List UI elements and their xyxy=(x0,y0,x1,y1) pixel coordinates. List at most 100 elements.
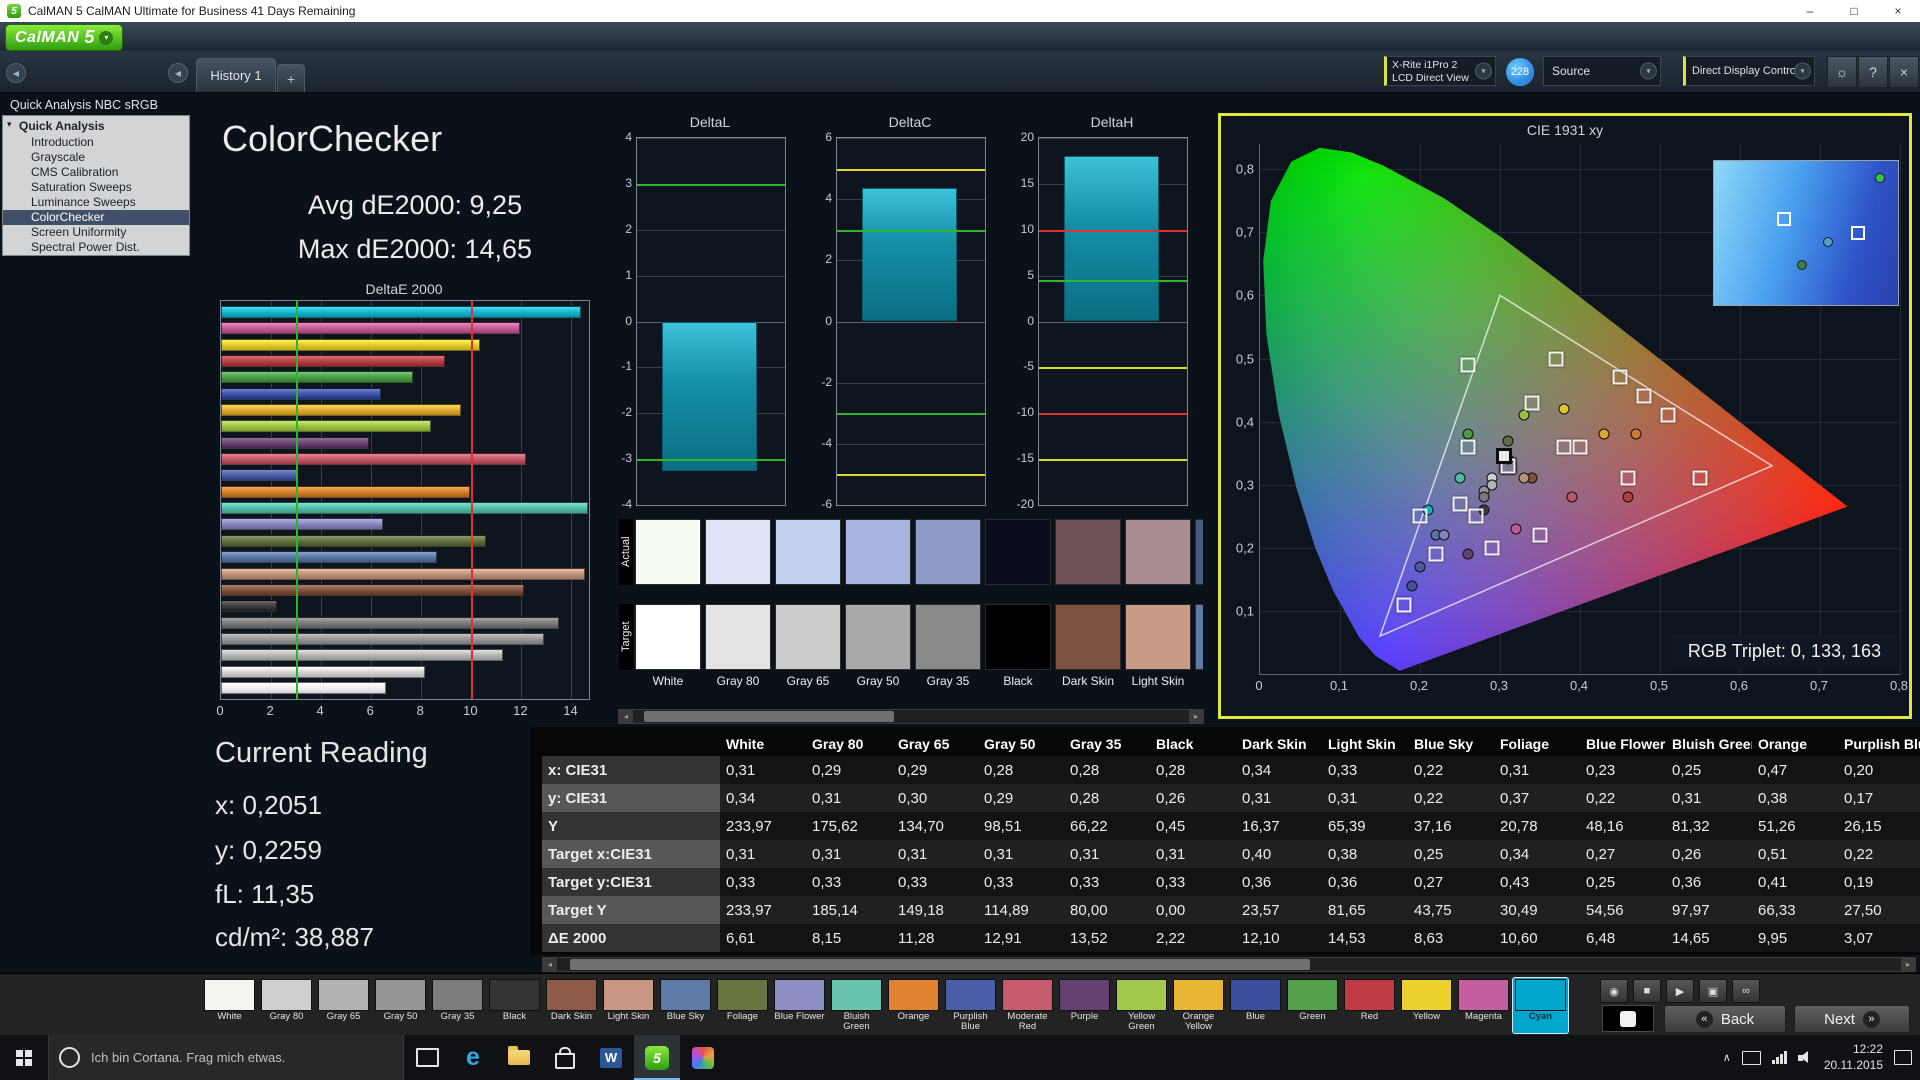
patch-button-moderate-red[interactable]: Moderate Red xyxy=(1000,978,1055,1033)
windows-logo-icon xyxy=(16,1049,32,1066)
back-button[interactable]: « Back xyxy=(1664,1005,1786,1033)
cortana-search[interactable] xyxy=(48,1035,404,1080)
sidebar-collapse-icon[interactable]: ◀ xyxy=(168,63,188,83)
network-icon[interactable] xyxy=(1771,1051,1787,1064)
taskbar-clock[interactable]: 12:22 20.11.2015 xyxy=(1824,1042,1883,1073)
settings-gear-icon[interactable]: ☼ xyxy=(1827,56,1857,88)
transport-record-button[interactable]: ◉ xyxy=(1600,979,1628,1003)
patch-button-yellow[interactable]: Yellow xyxy=(1399,978,1454,1033)
swatch-scrollbar[interactable]: ◂ ▸ xyxy=(618,709,1204,724)
transport-pattern-button[interactable]: ▣ xyxy=(1699,979,1727,1003)
help-icon[interactable]: ? xyxy=(1858,56,1888,88)
patch-chip-foliage xyxy=(717,979,768,1011)
transport-stop-button[interactable]: ■ xyxy=(1633,979,1661,1003)
cie-ytick: 0,5 xyxy=(1235,351,1254,367)
source-dropdown[interactable]: Source ▾ xyxy=(1543,56,1661,86)
meter-dropdown[interactable]: X-Rite i1Pro 2 LCD Direct View ▾ xyxy=(1384,56,1496,86)
taskbar-color-app[interactable] xyxy=(680,1035,726,1080)
patch-button-gray-65[interactable]: Gray 65 xyxy=(316,978,371,1033)
meter-dropdown-icon[interactable]: ▾ xyxy=(1475,62,1492,80)
calman-logo[interactable]: CalMAN 5 ▾ xyxy=(5,24,124,51)
display-control-dropdown-icon[interactable]: ▾ xyxy=(1794,62,1811,80)
reading-count-badge[interactable]: 228 xyxy=(1506,58,1534,86)
display-control-dropdown[interactable]: Direct Display Control ▾ xyxy=(1683,56,1815,86)
tray-chevron-icon[interactable]: ∧ xyxy=(1723,1051,1731,1064)
add-tab-button[interactable]: + xyxy=(277,64,305,92)
tab-history-1[interactable]: History 1 xyxy=(196,58,276,92)
table-cell: 0,28 xyxy=(984,761,1014,779)
scroll-left-icon[interactable]: ◂ xyxy=(543,958,557,971)
taskbar-explorer[interactable] xyxy=(496,1035,542,1080)
maximize-button[interactable]: □ xyxy=(1832,0,1876,22)
taskbar-calman[interactable]: 5 xyxy=(634,1035,680,1080)
patch-button-magenta[interactable]: Magenta xyxy=(1456,978,1511,1033)
sidebar-item-screen-uniformity[interactable]: Screen Uniformity xyxy=(3,225,189,240)
next-button[interactable]: Next » xyxy=(1794,1005,1910,1033)
logo-dropdown-icon[interactable]: ▾ xyxy=(99,30,114,45)
patch-button-purplish-blue[interactable]: Purplish Blue xyxy=(943,978,998,1033)
patch-button-gray-50[interactable]: Gray 50 xyxy=(373,978,428,1033)
deltae-bar-blue-flower xyxy=(221,518,384,531)
patch-button-white[interactable]: White xyxy=(202,978,257,1033)
patch-button-purple[interactable]: Purple xyxy=(1057,978,1112,1033)
table-cell: 134,70 xyxy=(898,817,944,835)
sidebar-item-saturation-sweeps[interactable]: Saturation Sweeps xyxy=(3,180,189,195)
patch-button-light-skin[interactable]: Light Skin xyxy=(601,978,656,1033)
scroll-right-icon[interactable]: ▸ xyxy=(1189,710,1203,723)
patch-button-gray-35[interactable]: Gray 35 xyxy=(430,978,485,1033)
current-reading-cd: cd/m²: 38,887 xyxy=(215,922,374,952)
source-dropdown-icon[interactable]: ▾ xyxy=(1640,62,1657,80)
sidebar-root-item[interactable]: ▾ Quick Analysis xyxy=(3,116,189,135)
patch-button-gray-80[interactable]: Gray 80 xyxy=(259,978,314,1033)
patch-button-yellow-green[interactable]: Yellow Green xyxy=(1114,978,1169,1033)
table-scroll-thumb[interactable] xyxy=(570,959,1310,970)
taskbar-word[interactable]: W xyxy=(588,1035,634,1080)
patch-button-blue-sky[interactable]: Blue Sky xyxy=(658,978,713,1033)
touch-keyboard-icon[interactable] xyxy=(1741,1050,1761,1065)
patch-button-orange[interactable]: Orange xyxy=(886,978,941,1033)
volume-icon[interactable] xyxy=(1797,1051,1813,1064)
transport-link-button[interactable]: ∞ xyxy=(1732,979,1760,1003)
close-button[interactable]: × xyxy=(1876,0,1920,22)
collapse-left-icon[interactable]: ◀ xyxy=(6,63,26,83)
patch-button-dark-skin[interactable]: Dark Skin xyxy=(544,978,599,1033)
patch-button-bluish-green[interactable]: Bluish Green xyxy=(829,978,884,1033)
search-input[interactable] xyxy=(89,1049,393,1066)
page-title: ColorChecker xyxy=(222,118,443,159)
scroll-right-icon[interactable]: ▸ xyxy=(1901,958,1915,971)
sidebar-item-introduction[interactable]: Introduction xyxy=(3,135,189,150)
minimize-button[interactable]: – xyxy=(1788,0,1832,22)
actual-swatch-light-skin xyxy=(1125,519,1191,585)
workspace-close-icon[interactable]: × xyxy=(1889,56,1919,88)
patch-button-red[interactable]: Red xyxy=(1342,978,1397,1033)
table-scroll-track[interactable] xyxy=(557,958,1901,971)
patch-button-blue-flower[interactable]: Blue Flower xyxy=(772,978,827,1033)
patch-button-black[interactable]: Black xyxy=(487,978,542,1033)
cie-measured-green xyxy=(1462,428,1474,440)
patch-button-green[interactable]: Green xyxy=(1285,978,1340,1033)
taskbar-edge[interactable]: e xyxy=(450,1035,496,1080)
swatch-scroll-track[interactable] xyxy=(633,710,1189,723)
actual-swatch-gray-35 xyxy=(915,519,981,585)
patch-button-orange-yellow[interactable]: Orange Yellow xyxy=(1171,978,1226,1033)
action-center-icon[interactable] xyxy=(1894,1050,1912,1065)
transport-play-button[interactable]: ▶ xyxy=(1666,979,1694,1003)
pattern-window-button[interactable] xyxy=(1602,1005,1654,1032)
table-cell: 0,33 xyxy=(1070,873,1100,891)
scroll-left-icon[interactable]: ◂ xyxy=(619,710,633,723)
table-scrollbar[interactable]: ◂ ▸ xyxy=(542,957,1916,972)
sidebar-item-spectral-power-dist-[interactable]: Spectral Power Dist. xyxy=(3,240,189,255)
patch-button-blue[interactable]: Blue xyxy=(1228,978,1283,1033)
patch-button-foliage[interactable]: Foliage xyxy=(715,978,770,1033)
taskbar-store[interactable] xyxy=(542,1035,588,1080)
patch-button-cyan[interactable]: Cyan xyxy=(1513,978,1568,1033)
patch-label: Gray 50 xyxy=(383,1012,418,1022)
swatch-scroll-thumb[interactable] xyxy=(644,711,895,722)
sidebar-item-colorchecker[interactable]: ColorChecker xyxy=(3,210,189,225)
sidebar-item-cms-calibration[interactable]: CMS Calibration xyxy=(3,165,189,180)
sidebar-item-luminance-sweeps[interactable]: Luminance Sweeps xyxy=(3,195,189,210)
sidebar-item-grayscale[interactable]: Grayscale xyxy=(3,150,189,165)
table-cell: 0,38 xyxy=(1328,845,1358,863)
start-button[interactable] xyxy=(0,1035,48,1080)
task-view-button[interactable] xyxy=(404,1035,450,1080)
